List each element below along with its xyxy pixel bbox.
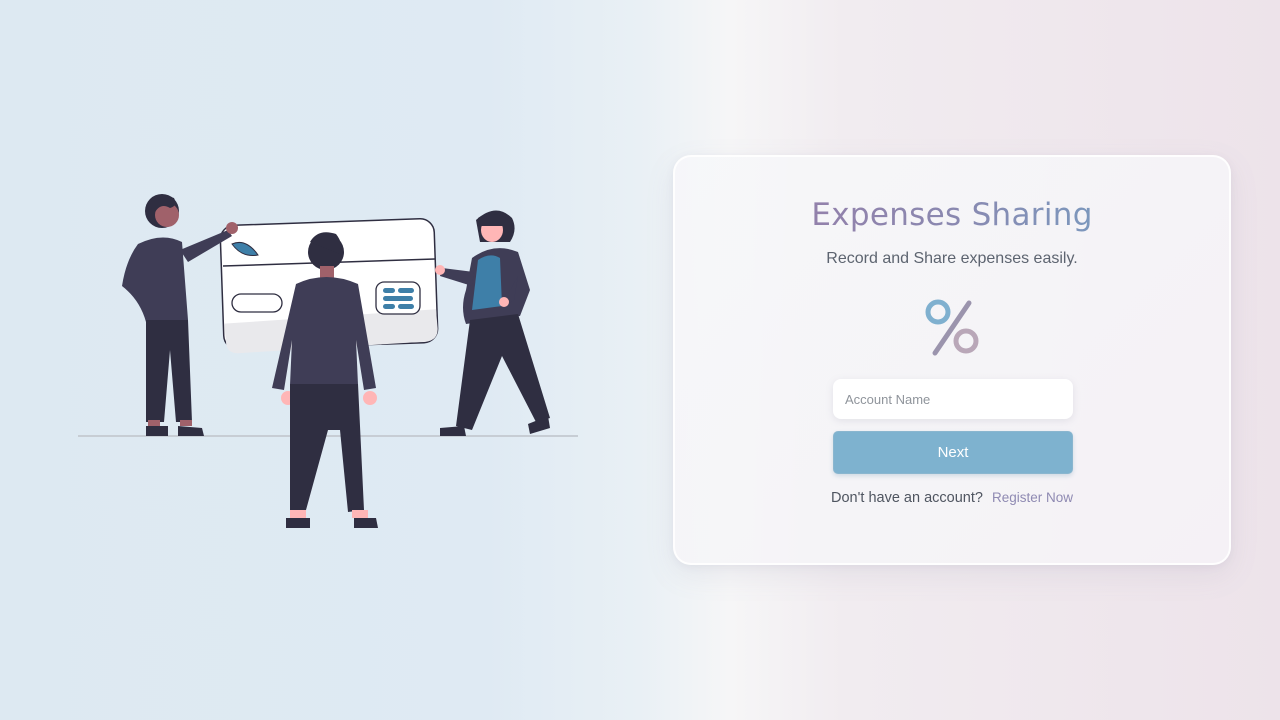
people-with-credit-card-illustration xyxy=(70,180,590,540)
percent-icon xyxy=(923,297,985,359)
account-name-input[interactable] xyxy=(833,379,1073,419)
register-prompt: Don't have an account? xyxy=(831,490,983,506)
next-button[interactable]: Next xyxy=(833,431,1073,474)
login-card: Expenses Sharing Record and Share expens… xyxy=(673,155,1231,565)
app-title: Expenses Sharing xyxy=(675,197,1229,233)
person-left xyxy=(122,194,238,436)
register-row: Don't have an account? Register Now xyxy=(675,490,1229,506)
register-now-link[interactable]: Register Now xyxy=(992,490,1073,505)
person-right xyxy=(435,210,550,436)
app-subtitle: Record and Share expenses easily. xyxy=(826,250,1078,267)
